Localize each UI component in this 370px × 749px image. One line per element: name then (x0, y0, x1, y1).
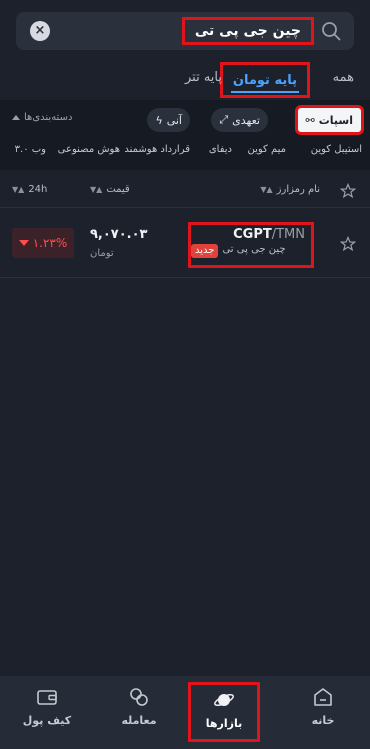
new-badge: جدید (191, 244, 219, 258)
pair-symbol: CGPT/TMN (191, 227, 305, 242)
instant-filter-chip[interactable]: آنی ϟ (147, 108, 190, 132)
column-change-label: 24h (28, 184, 48, 195)
category-list: استیبل کوین میم کوین دیفای قرارداد هوشمن… (0, 144, 370, 160)
nav-home[interactable]: خانه (288, 686, 358, 727)
categories-toggle[interactable]: دسته‌بندی‌ها (12, 112, 72, 123)
price-value: ۹,۰۷۰.۰۳ (90, 227, 148, 242)
base-symbol: CGPT (233, 227, 272, 242)
category-item[interactable]: استیبل کوین (311, 144, 362, 155)
quote-symbol: /TMN (271, 227, 305, 242)
search-input[interactable]: چین جی پی تی (181, 17, 314, 45)
clear-search-icon[interactable]: × (30, 21, 50, 41)
change-value: ۱.۲۳% (32, 236, 68, 250)
change-badge: ۱.۲۳% (12, 228, 74, 258)
margin-label: تعهدی (232, 113, 260, 127)
categories-label: دسته‌بندی‌ها (24, 112, 73, 123)
category-item[interactable]: میم کوین (247, 144, 286, 155)
tab-toman-label: پایه تومان (232, 73, 297, 88)
wallet-icon (37, 690, 57, 705)
nav-wallet[interactable]: کیف پول (12, 686, 82, 727)
exchange-icon (130, 688, 148, 706)
margin-filter-chip[interactable]: تعهدی ⤢ (211, 108, 268, 132)
lightning-icon: ϟ (155, 113, 163, 127)
column-change-header[interactable]: 24h ▲▼ (12, 184, 47, 195)
candles-icon: ⚯ (305, 113, 315, 127)
instant-label: آنی (166, 113, 182, 127)
category-item[interactable]: هوش مصنوعی (58, 144, 120, 155)
nav-markets[interactable]: بازارها (188, 682, 260, 742)
spot-label: اسپات (318, 113, 353, 127)
market-tabs: همه پایه تومان پایه تتر (0, 60, 370, 100)
tab-all[interactable]: همه (333, 70, 354, 85)
home-icon (314, 688, 332, 706)
down-arrow-icon (18, 240, 29, 246)
column-name-header[interactable]: نام رمزارز ▲▼ (260, 184, 320, 195)
table-header: نام رمزارز ▲▼ قیمت ▲▼ 24h ▲▼ (0, 172, 370, 208)
planet-icon (214, 693, 234, 707)
nav-markets-label: بازارها (205, 717, 243, 730)
caret-up-icon (12, 115, 20, 120)
column-price-label: قیمت (106, 184, 130, 195)
sort-icon: ▲▼ (260, 185, 273, 194)
column-price-header[interactable]: قیمت ▲▼ (90, 184, 130, 195)
nav-home-label: خانه (311, 714, 335, 727)
coin-name: چین جی پی تی (222, 244, 286, 255)
category-item[interactable]: قرارداد هوشمند (124, 144, 190, 155)
column-name-label: نام رمزارز (276, 184, 320, 195)
bottom-navigation: خانه بازارها معامله کیف پول (0, 676, 370, 749)
sort-icon: ▲▼ (90, 185, 103, 194)
coin-info: CGPT/TMN چین جی پی تی جدید (188, 222, 314, 268)
star-icon[interactable] (340, 183, 356, 199)
nav-trade-label: معامله (121, 714, 157, 727)
tab-tether[interactable]: پایه تتر (185, 70, 222, 85)
search-bar[interactable]: چین جی پی تی × (16, 12, 354, 50)
expand-arrows-icon: ⤢ (219, 113, 229, 126)
category-item[interactable]: وب ۳.۰ (15, 144, 46, 155)
favorite-star-icon[interactable] (340, 236, 356, 252)
active-tab-indicator (230, 91, 299, 93)
search-icon (322, 22, 341, 41)
filter-panel: اسپات ⚯ تعهدی ⤢ آنی ϟ دسته‌بندی‌ها استیب… (0, 100, 370, 170)
nav-trade[interactable]: معامله (104, 686, 174, 727)
price-unit: تومان (90, 248, 114, 259)
tab-toman[interactable]: پایه تومان (219, 62, 310, 98)
category-item[interactable]: دیفای (209, 144, 232, 155)
nav-wallet-label: کیف پول (22, 714, 72, 727)
sort-icon: ▲▼ (12, 185, 25, 194)
spot-filter-chip[interactable]: اسپات ⚯ (294, 105, 364, 135)
table-row[interactable]: ۱.۲۳% ۹,۰۷۰.۰۳ تومان CGPT/TMN چین جی پی … (0, 208, 370, 278)
